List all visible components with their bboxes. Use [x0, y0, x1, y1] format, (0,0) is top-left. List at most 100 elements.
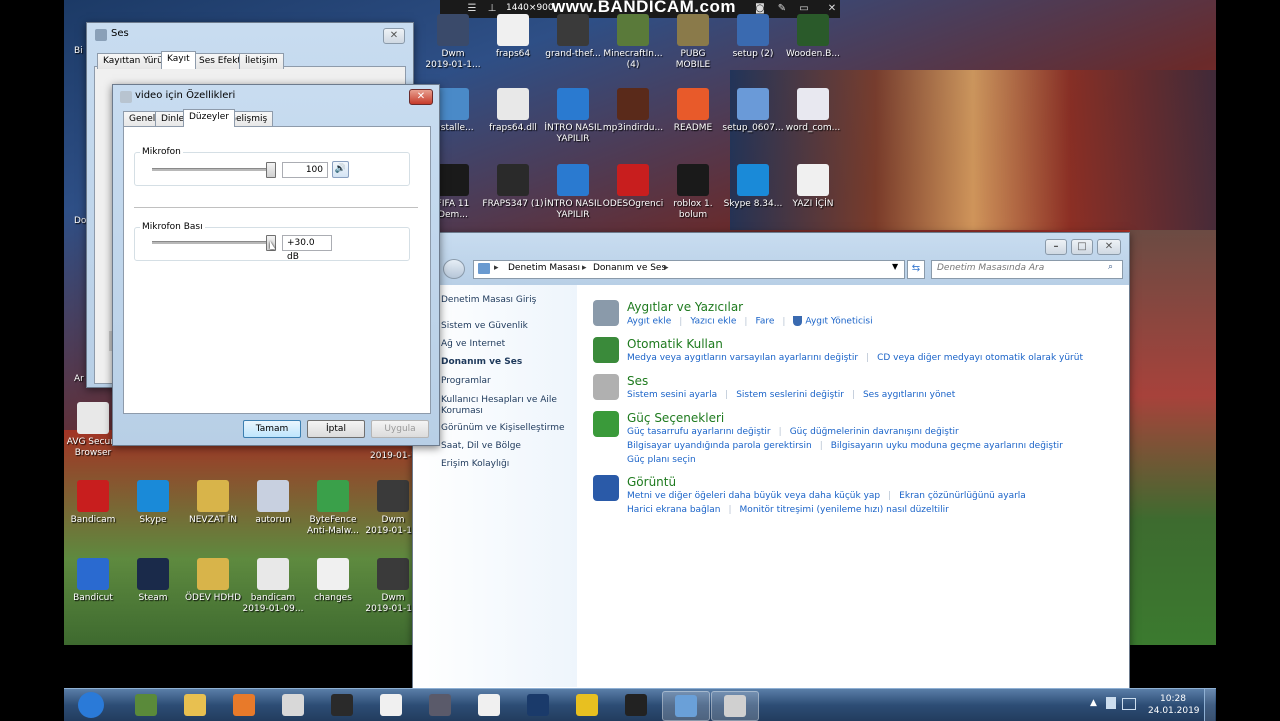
- left-nav-item[interactable]: Görünüm ve Kişiselleştirme: [441, 423, 571, 434]
- section-link[interactable]: Sistem seslerini değiştir: [736, 390, 844, 400]
- desktop-icon[interactable]: bandicam 2019-01-09...: [242, 558, 304, 615]
- desktop-icon[interactable]: autorun: [242, 480, 304, 526]
- left-nav-item[interactable]: Denetim Masası Giriş: [441, 295, 571, 306]
- breadcrumb-item[interactable]: Donanım ve Ses: [593, 263, 666, 273]
- section-link[interactable]: Monitör titreşimi (yenileme hızı) nasıl …: [740, 505, 949, 515]
- clock[interactable]: 10:28 24.01.2019: [1148, 693, 1200, 717]
- desktop-icon[interactable]: roblox 1. bolum: [662, 164, 724, 221]
- desktop-icon[interactable]: ODESOgrenci: [602, 164, 664, 210]
- desktop-icon[interactable]: ÖDEV HDHD: [182, 558, 244, 604]
- desktop-icon[interactable]: İNTRO NASIL YAPILIR: [542, 88, 604, 145]
- section-link[interactable]: Güç tasarrufu ayarlarını değiştir: [627, 427, 771, 437]
- close-button[interactable]: ✕: [409, 89, 433, 105]
- back-button[interactable]: [443, 259, 465, 279]
- left-nav-item[interactable]: Sistem ve Güvenlik: [441, 321, 571, 332]
- section-link[interactable]: Fare: [755, 317, 774, 327]
- taskbar-button[interactable]: [613, 691, 659, 719]
- microphone-level-slider[interactable]: [152, 162, 276, 178]
- minimize-button[interactable]: –: [1045, 239, 1067, 255]
- taskbar-button[interactable]: [466, 691, 512, 719]
- taskbar-button[interactable]: [172, 691, 218, 719]
- desktop-icon[interactable]: fraps64.dll: [482, 88, 544, 134]
- taskbar-button[interactable]: [564, 691, 610, 719]
- section-link[interactable]: Güç düğmelerinin davranışını değiştir: [790, 427, 959, 437]
- tab-4[interactable]: İletişim: [239, 53, 284, 69]
- cancel-button[interactable]: İptal: [307, 420, 365, 438]
- desktop-icon[interactable]: word_com...: [782, 88, 844, 134]
- taskbar-button[interactable]: [123, 691, 169, 719]
- section-link[interactable]: Ekran çözünürlüğünü ayarla: [899, 491, 1026, 501]
- desktop-icon[interactable]: mp3indirdu...: [602, 88, 664, 134]
- section-link[interactable]: Bilgisayar uyandığında parola gerektirsi…: [627, 441, 812, 451]
- close-button[interactable]: ✕: [383, 28, 405, 44]
- left-nav-item[interactable]: Donanım ve Ses: [441, 357, 571, 368]
- slider-thumb[interactable]: [266, 162, 276, 178]
- left-nav-item[interactable]: Kullanıcı Hesapları ve Aile Koruması: [441, 395, 571, 417]
- desktop-icon[interactable]: setup (2): [722, 14, 784, 60]
- show-desktop-button[interactable]: [1204, 689, 1215, 721]
- left-nav-item[interactable]: Erişim Kolaylığı: [441, 459, 571, 470]
- close-button[interactable]: ✕: [1097, 239, 1121, 255]
- taskbar-button[interactable]: [270, 691, 316, 719]
- desktop-icon[interactable]: NEVZAT İN: [182, 480, 244, 526]
- section-link[interactable]: Medya veya aygıtların varsayılan ayarlar…: [627, 353, 858, 363]
- desktop-icon[interactable]: Dwm 2019-01-1...: [422, 14, 484, 71]
- desktop-icon[interactable]: grand-thef...: [542, 14, 604, 60]
- apply-button[interactable]: Uygula: [371, 420, 429, 438]
- address-dropdown-icon[interactable]: ▼: [892, 262, 898, 271]
- taskbar-button[interactable]: [515, 691, 561, 719]
- desktop-icon[interactable]: Wooden.B...: [782, 14, 844, 60]
- tab-2[interactable]: Kayıt: [161, 51, 196, 69]
- mute-speaker-icon[interactable]: 🔊: [332, 161, 349, 178]
- left-nav-item[interactable]: Saat, Dil ve Bölge: [441, 441, 571, 452]
- left-nav-item[interactable]: Programlar: [441, 376, 571, 387]
- ok-button[interactable]: Tamam: [243, 420, 301, 438]
- section-link[interactable]: Harici ekrana bağlan: [627, 505, 721, 515]
- section-link[interactable]: Ses aygıtlarını yönet: [863, 390, 955, 400]
- breadcrumb-item[interactable]: Denetim Masası: [508, 263, 580, 273]
- desktop-icon[interactable]: Skype: [122, 480, 184, 526]
- section-link[interactable]: Metni ve diğer öğeleri daha büyük veya d…: [627, 491, 880, 501]
- section-link[interactable]: Aygıt ekle: [627, 317, 671, 327]
- desktop-icon[interactable]: ByteFence Anti-Malw...: [302, 480, 364, 537]
- section-link[interactable]: Yazıcı ekle: [690, 317, 736, 327]
- refresh-icon[interactable]: ⇆: [907, 260, 925, 279]
- taskbar-button[interactable]: [711, 691, 759, 721]
- section-title[interactable]: Otomatik Kullan: [627, 337, 723, 351]
- desktop-icon[interactable]: İNTRO NASIL YAPILIR: [542, 164, 604, 221]
- section-link[interactable]: CD veya diğer medyayı otomatik olarak yü…: [877, 353, 1083, 363]
- left-nav-item[interactable]: Ağ ve Internet: [441, 339, 571, 350]
- taskbar-button[interactable]: [417, 691, 463, 719]
- section-title[interactable]: Ses: [627, 374, 648, 388]
- microphone-level-input[interactable]: 100: [282, 162, 328, 178]
- section-title[interactable]: Güç Seçenekleri: [627, 411, 724, 425]
- section-title[interactable]: Aygıtlar ve Yazıcılar: [627, 300, 743, 314]
- desktop-icon[interactable]: fraps64: [482, 14, 544, 60]
- section-link[interactable]: Güç planı seçin: [627, 455, 696, 465]
- section-link[interactable]: Bilgisayarın uyku moduna geçme ayarların…: [831, 441, 1063, 451]
- desktop-icon[interactable]: Skype 8.34...: [722, 164, 784, 210]
- taskbar-button[interactable]: [221, 691, 267, 719]
- section-link[interactable]: Sistem sesini ayarla: [627, 390, 717, 400]
- desktop-icon[interactable]: setup_0607...: [722, 88, 784, 134]
- network-icon[interactable]: [1122, 698, 1136, 710]
- section-title[interactable]: Görüntü: [627, 475, 676, 489]
- desktop-icon[interactable]: README: [662, 88, 724, 134]
- desktop-icon[interactable]: FRAPS347 (1): [482, 164, 544, 210]
- desktop-icon[interactable]: MinecraftIn... (4): [602, 14, 664, 71]
- desktop-icon[interactable]: YAZI İÇİN: [782, 164, 844, 210]
- tray-arrow-icon[interactable]: ▲: [1090, 698, 1097, 708]
- desktop-icon[interactable]: Bandicam: [62, 480, 124, 526]
- taskbar-button[interactable]: [319, 691, 365, 719]
- address-bar[interactable]: ▸ Denetim Masası ▸ Donanım ve Ses ▸ ▼: [473, 260, 905, 279]
- desktop-icon[interactable]: Bandicut: [62, 558, 124, 604]
- desktop-icon[interactable]: PUBG MOBILE: [662, 14, 724, 71]
- taskbar-button[interactable]: [68, 691, 114, 719]
- microphone-boost-slider[interactable]: [152, 235, 276, 251]
- flag-icon[interactable]: [1106, 697, 1116, 709]
- desktop-icon[interactable]: changes: [302, 558, 364, 604]
- maximize-button[interactable]: □: [1071, 239, 1093, 255]
- taskbar-button[interactable]: [368, 691, 414, 719]
- section-link[interactable]: Aygıt Yöneticisi: [805, 317, 872, 327]
- search-field[interactable]: Denetim Masasında Ara ⌕: [931, 260, 1123, 279]
